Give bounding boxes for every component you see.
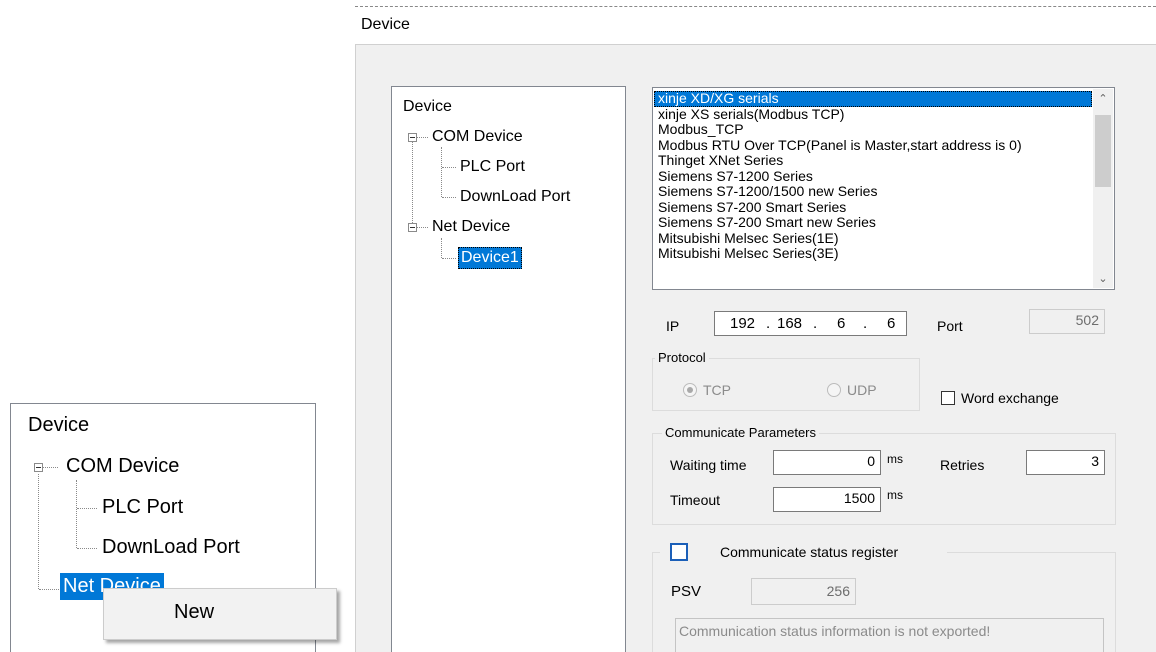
protocol-group-title: Protocol (655, 350, 709, 365)
ip-label: IP (666, 318, 680, 334)
ip-octet-3[interactable]: 6 (837, 315, 845, 332)
tree-com-device[interactable]: COM Device (432, 128, 523, 146)
tree-line (416, 137, 428, 138)
timeout-input[interactable]: 1500 (773, 487, 881, 512)
ip-dot: . (813, 315, 818, 332)
udp-label: UDP (847, 382, 877, 398)
scroll-down-icon[interactable]: ⌄ (1093, 272, 1113, 285)
context-menu: New (103, 588, 337, 640)
status-register-label: Communicate status register (720, 544, 899, 560)
left-tree-download-port[interactable]: DownLoad Port (102, 536, 240, 559)
left-tree-line (76, 480, 77, 548)
retries-input[interactable]: 3 (1026, 450, 1105, 475)
left-tree-root-label[interactable]: Device (28, 414, 89, 437)
waiting-time-input[interactable]: 0 (773, 450, 881, 475)
left-tree-line (42, 467, 58, 468)
psv-label: PSV (671, 583, 702, 600)
dialog-top-rule (355, 6, 1156, 7)
protocol-list-item[interactable]: Siemens S7-1200/1500 new Series (654, 183, 1092, 200)
tree-line (441, 147, 442, 197)
word-exchange-checkbox[interactable] (941, 391, 955, 405)
tree-line (416, 227, 428, 228)
ip-dot: . (766, 315, 771, 332)
timeout-unit: ms (887, 488, 903, 502)
tree-line (441, 238, 442, 258)
tcp-radio[interactable] (683, 383, 697, 397)
scroll-up-icon[interactable]: ⌃ (1093, 92, 1113, 105)
tree-line (412, 141, 413, 229)
port-label: Port (937, 318, 963, 334)
context-menu-new[interactable]: New (174, 601, 214, 624)
left-tree-plc-port[interactable]: PLC Port (102, 496, 183, 519)
protocol-list-item[interactable]: Thinget XNet Series (654, 152, 1092, 169)
protocol-list-items: xinje XD/XG serials xinje XS serials(Modb… (654, 90, 1092, 262)
tree-device1[interactable]: Device1 (458, 247, 522, 269)
tree-root-label[interactable]: Device (403, 98, 452, 116)
word-exchange-label: Word exchange (961, 390, 1059, 406)
status-info-box: Communication status information is not … (675, 618, 1104, 652)
psv-input[interactable]: 256 (751, 578, 856, 605)
ip-octet-1[interactable]: 192 (730, 315, 755, 332)
ip-octet-2[interactable]: 168 (777, 315, 802, 332)
comm-params-groupbox (652, 433, 1116, 525)
retries-label: Retries (940, 457, 985, 473)
waiting-time-label: Waiting time (670, 457, 747, 473)
scroll-thumb[interactable] (1095, 115, 1111, 187)
protocol-list-item[interactable]: Modbus_TCP (654, 121, 1092, 138)
protocol-list-item[interactable]: Siemens S7-200 Smart Series (654, 199, 1092, 216)
tree-line (442, 167, 456, 168)
protocol-list-item[interactable]: xinje XD/XG serials (654, 90, 1092, 107)
protocol-list-item[interactable]: xinje XS serials(Modbus TCP) (654, 106, 1092, 123)
tree-net-device[interactable]: Net Device (432, 218, 510, 236)
protocol-list-item[interactable]: Mitsubishi Melsec Series(1E) (654, 230, 1092, 247)
dialog-title: Device (361, 16, 410, 33)
list-scrollbar[interactable]: ⌃ ⌄ (1093, 89, 1113, 288)
comm-params-group-title: Communicate Parameters (662, 425, 819, 440)
protocol-list-item[interactable]: Siemens S7-200 Smart new Series (654, 214, 1092, 231)
tree-plc-port[interactable]: PLC Port (460, 158, 525, 176)
left-tree-com-device[interactable]: COM Device (66, 455, 179, 478)
tree-line (442, 197, 456, 198)
left-collapse-icon[interactable] (34, 463, 43, 472)
left-tree-line (39, 589, 59, 590)
tcp-label: TCP (703, 382, 731, 398)
collapse-icon[interactable] (408, 223, 417, 232)
tcp-radio-dot (687, 387, 693, 393)
ip-dot: . (863, 315, 868, 332)
left-tree-line (77, 548, 97, 549)
tree-download-port[interactable]: DownLoad Port (460, 188, 570, 206)
status-register-checkbox[interactable] (670, 543, 688, 561)
tree-line (442, 258, 456, 259)
left-tree-line (38, 474, 39, 589)
ip-octet-4[interactable]: 6 (887, 315, 895, 332)
udp-radio[interactable] (827, 383, 841, 397)
ip-address-field[interactable]: 192 . 168 . 6 . 6 (714, 311, 907, 336)
port-field[interactable]: 502 (1029, 309, 1105, 334)
protocol-list-item[interactable]: Modbus RTU Over TCP(Panel is Master,star… (654, 137, 1092, 154)
collapse-icon[interactable] (408, 133, 417, 142)
protocol-list-item[interactable]: Mitsubishi Melsec Series(3E) (654, 245, 1092, 262)
protocol-list-item[interactable]: Siemens S7-1200 Series (654, 168, 1092, 185)
left-tree-line (77, 508, 97, 509)
timeout-label: Timeout (670, 492, 721, 508)
waiting-time-unit: ms (887, 452, 903, 466)
protocol-listbox[interactable]: xinje XD/XG serials xinje XS serials(Modb… (652, 87, 1115, 290)
